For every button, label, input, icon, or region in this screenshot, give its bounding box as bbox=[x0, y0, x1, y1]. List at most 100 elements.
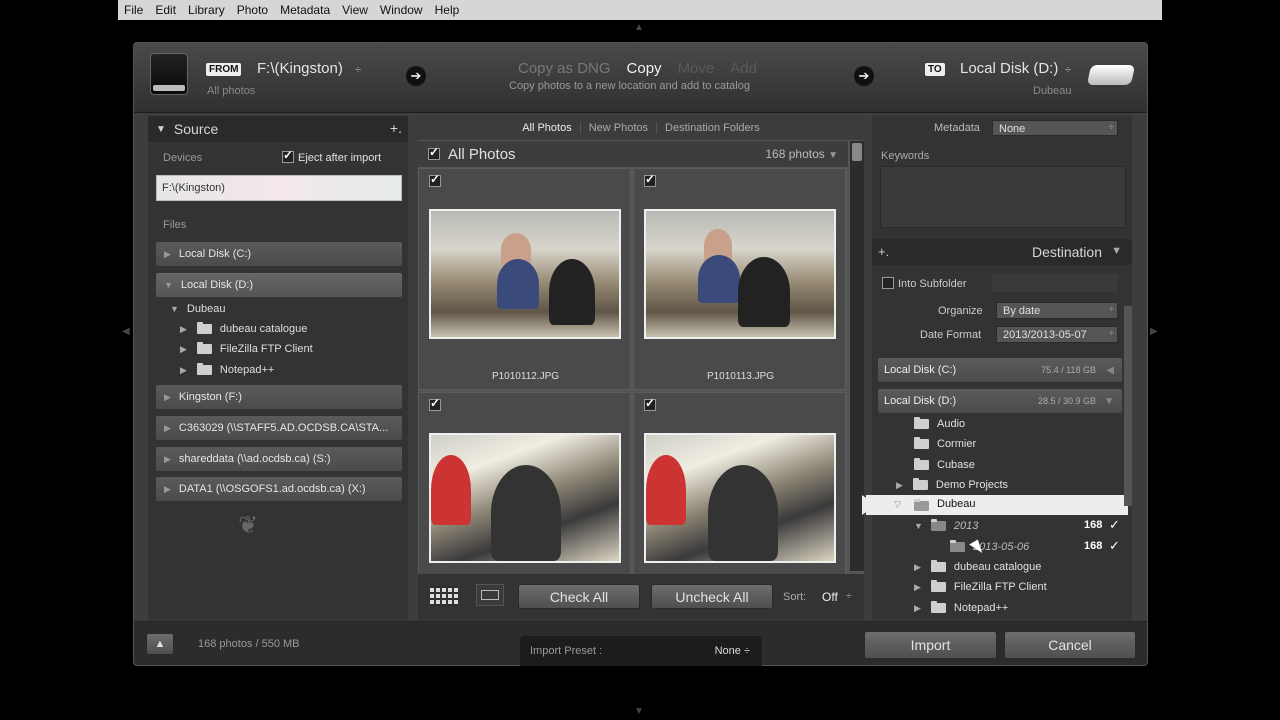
keywords-input[interactable] bbox=[880, 166, 1126, 228]
photo-checkbox[interactable] bbox=[429, 172, 441, 187]
mode-move[interactable]: Move bbox=[678, 60, 715, 77]
photo-cell[interactable]: P1010112.JPG bbox=[418, 168, 631, 390]
into-subfolder[interactable]: Into Subfolder bbox=[882, 277, 967, 290]
bottom-panel-arrow-icon[interactable]: ▼ bbox=[634, 706, 644, 717]
volume-kingston-f[interactable]: ▶ Kingston (F:) bbox=[156, 385, 402, 409]
expand-triangle-icon[interactable]: ▶ bbox=[914, 582, 921, 593]
photo-checkbox[interactable] bbox=[644, 172, 656, 187]
count-dropdown-icon[interactable]: ▼ bbox=[828, 150, 838, 161]
to-updown-icon[interactable]: ÷ bbox=[1065, 64, 1071, 76]
to-destination[interactable]: Local Disk (D:) bbox=[960, 60, 1058, 77]
cancel-button[interactable]: Cancel bbox=[1004, 631, 1136, 659]
collapse-triangle-icon[interactable]: ▼ bbox=[914, 521, 923, 531]
sort-value[interactable]: Off bbox=[822, 590, 838, 604]
collapse-triangle-icon[interactable]: ▽ bbox=[894, 499, 901, 510]
right-panel-arrow-icon[interactable]: ▶ bbox=[1150, 326, 1158, 337]
dest-new-folder-date[interactable]: 2013-05-06 bbox=[950, 537, 1029, 557]
dest-folder-audio[interactable]: Audio bbox=[914, 414, 965, 434]
from-source[interactable]: F:\(Kingston) bbox=[257, 60, 343, 77]
photo-cell[interactable]: P1010113.JPG bbox=[633, 168, 846, 390]
device-item[interactable]: F:\(Kingston) bbox=[156, 175, 402, 201]
photo-thumbnail[interactable] bbox=[644, 433, 836, 563]
photo-thumbnail[interactable] bbox=[429, 433, 621, 563]
menu-file[interactable]: File bbox=[118, 3, 149, 17]
photo-checkbox[interactable] bbox=[429, 396, 441, 411]
folder-dubeau-catalogue[interactable]: ▶ dubeau catalogue bbox=[180, 319, 307, 339]
photo-thumbnail[interactable] bbox=[644, 209, 836, 339]
sort-updown-icon[interactable]: ÷ bbox=[846, 591, 852, 602]
collapse-triangle-icon[interactable]: ▼ bbox=[156, 124, 166, 135]
volume-shareddata[interactable]: ▶ shareddata (\\ad.ocdsb.ca) (S:) bbox=[156, 447, 402, 471]
expand-triangle-icon[interactable]: ▶ bbox=[180, 365, 187, 376]
uncheck-all-button[interactable]: Uncheck All bbox=[651, 584, 773, 609]
photo-thumbnail[interactable] bbox=[429, 209, 621, 339]
add-icon[interactable]: +. bbox=[390, 120, 402, 136]
expand-triangle-icon[interactable]: ▶ bbox=[164, 249, 171, 260]
add-icon[interactable]: +. bbox=[878, 244, 889, 259]
folder-dubeau[interactable]: ▼ Dubeau bbox=[170, 299, 225, 319]
loupe-view-icon[interactable] bbox=[476, 584, 504, 606]
date-format-select[interactable]: 2013/2013-05-07 ÷ bbox=[996, 326, 1118, 343]
top-panel-arrow-icon[interactable]: ▲ bbox=[634, 22, 644, 33]
expand-triangle-icon[interactable]: ▶ bbox=[180, 324, 187, 335]
check-all-button[interactable]: Check All bbox=[518, 584, 640, 609]
photo-checkbox[interactable] bbox=[644, 396, 656, 411]
expand-triangle-icon[interactable]: ▶ bbox=[164, 454, 171, 465]
volume-data1[interactable]: ▶ DATA1 (\\OSGOFS1.ad.ocdsb.ca) (X:) bbox=[156, 477, 402, 501]
folder-notepad[interactable]: ▶ Notepad++ bbox=[180, 360, 274, 380]
expand-triangle-icon[interactable]: ▶ bbox=[164, 392, 171, 403]
tab-destination-folders[interactable]: Destination Folders bbox=[657, 122, 768, 134]
collapse-triangle-icon[interactable]: ▼ bbox=[164, 280, 173, 290]
volume-local-disk-c[interactable]: ▶ Local Disk (C:) bbox=[156, 242, 402, 266]
expand-triangle-icon[interactable]: ▶ bbox=[180, 344, 187, 355]
organize-select[interactable]: By date ÷ bbox=[996, 302, 1118, 319]
dest-folder-filezilla[interactable]: ▶ FileZilla FTP Client bbox=[914, 577, 1047, 597]
destination-scrollbar[interactable] bbox=[1124, 306, 1132, 506]
mode-add[interactable]: Add bbox=[730, 60, 757, 77]
dest-volume-d[interactable]: Local Disk (D:) 28.5 / 30.9 GB ▼ bbox=[878, 389, 1122, 413]
menu-edit[interactable]: Edit bbox=[149, 3, 182, 17]
dest-folder-cormier[interactable]: Cormier bbox=[914, 434, 976, 454]
eject-after-import[interactable]: Eject after import bbox=[282, 148, 381, 164]
source-title-bar[interactable]: ▼ Source +. bbox=[148, 116, 408, 142]
tab-all-photos[interactable]: All Photos bbox=[514, 122, 581, 134]
expand-triangle-icon[interactable]: ▶ bbox=[914, 603, 921, 614]
dest-folder-notepad[interactable]: ▶ Notepad++ bbox=[914, 598, 1008, 618]
collapse-triangle-icon[interactable]: ▼ bbox=[1104, 396, 1114, 407]
expand-triangle-icon[interactable]: ▶ bbox=[914, 562, 921, 573]
dest-folder-dubeau[interactable]: ▽ Dubeau bbox=[862, 495, 1128, 515]
preset-updown-icon[interactable]: ÷ bbox=[744, 645, 750, 657]
scrollbar-thumb[interactable] bbox=[852, 143, 862, 161]
expand-triangle-icon[interactable]: ◀ bbox=[1106, 365, 1114, 376]
expand-triangle-icon[interactable]: ▶ bbox=[164, 423, 171, 434]
volume-local-disk-d[interactable]: ▼ Local Disk (D:) bbox=[156, 273, 402, 297]
collapse-options-button[interactable]: ▲ bbox=[146, 633, 174, 655]
expand-triangle-icon[interactable]: ▶ bbox=[164, 484, 171, 495]
import-preset-selector[interactable]: Import Preset : None ÷ bbox=[520, 636, 762, 666]
menu-metadata[interactable]: Metadata bbox=[274, 3, 336, 17]
mode-copy-as-dng[interactable]: Copy as DNG bbox=[518, 60, 611, 77]
dest-new-folder-2013[interactable]: ▼ 2013 bbox=[914, 516, 978, 536]
dest-folder-dubeau-catalogue[interactable]: ▶ dubeau catalogue bbox=[914, 557, 1041, 577]
folder-filezilla[interactable]: ▶ FileZilla FTP Client bbox=[180, 339, 313, 359]
menu-view[interactable]: View bbox=[336, 3, 374, 17]
into-subfolder-checkbox[interactable] bbox=[882, 277, 894, 289]
menu-window[interactable]: Window bbox=[374, 3, 429, 17]
from-updown-icon[interactable]: ÷ bbox=[355, 64, 361, 76]
collapse-triangle-icon[interactable]: ▼ bbox=[170, 304, 179, 314]
volume-staff5[interactable]: ▶ C363029 (\\STAFF5.AD.OCDSB.CA\STA... bbox=[156, 416, 402, 440]
dest-volume-c[interactable]: Local Disk (C:) 75.4 / 118 GB ◀ bbox=[878, 358, 1122, 382]
mode-copy[interactable]: Copy bbox=[627, 60, 662, 77]
expand-triangle-icon[interactable]: ▶ bbox=[896, 480, 903, 491]
collapse-triangle-icon[interactable]: ▼ bbox=[1111, 245, 1122, 257]
eject-checkbox[interactable] bbox=[282, 148, 294, 163]
grid-view-icon[interactable] bbox=[430, 586, 460, 606]
destination-title-bar[interactable]: +. Destination ▼ bbox=[872, 239, 1132, 265]
menu-help[interactable]: Help bbox=[429, 3, 466, 17]
select-all-checkbox[interactable] bbox=[428, 145, 440, 160]
dest-folder-demo-projects[interactable]: ▶ Demo Projects bbox=[896, 475, 1008, 495]
menu-library[interactable]: Library bbox=[182, 3, 231, 17]
menu-photo[interactable]: Photo bbox=[231, 3, 274, 17]
tab-new-photos[interactable]: New Photos bbox=[581, 122, 658, 134]
import-button[interactable]: Import bbox=[864, 631, 997, 659]
